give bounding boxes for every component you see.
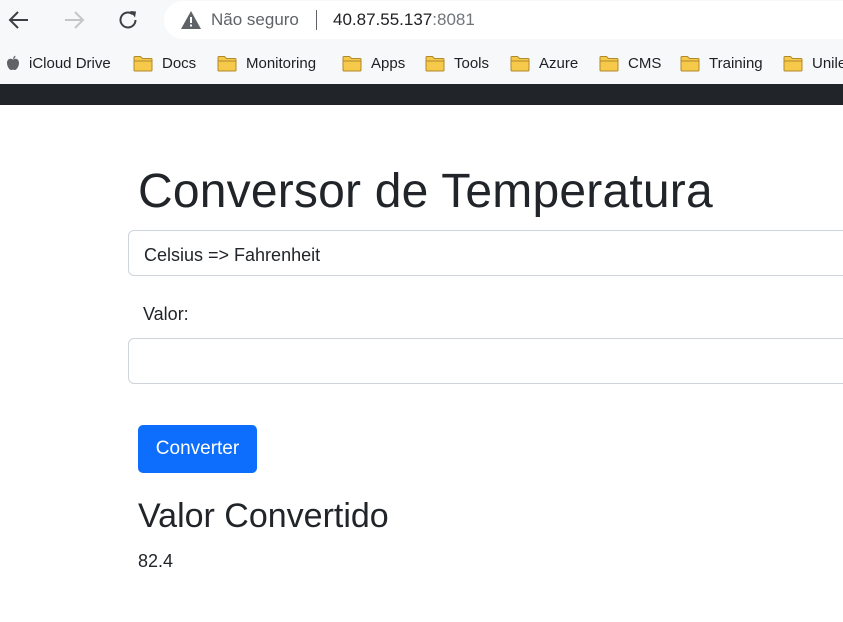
- warning-icon[interactable]: [180, 10, 202, 30]
- bookmark-docs[interactable]: Docs: [133, 42, 196, 84]
- bookmark-label: Docs: [162, 54, 197, 72]
- folder-icon: [510, 55, 530, 71]
- security-status-label[interactable]: Não seguro: [211, 10, 299, 30]
- bookmark-azure[interactable]: Azure: [510, 42, 578, 84]
- bookmark-monitoring[interactable]: Monitoring: [217, 42, 316, 84]
- conversion-type-select[interactable]: Celsius => Fahrenheit: [128, 230, 843, 276]
- browser-toolbar: Não seguro 40.87.55.137:8081: [0, 0, 843, 42]
- bookmark-label: Tools: [454, 54, 490, 72]
- bookmark-training[interactable]: Training: [680, 42, 763, 84]
- apple-icon: [7, 55, 19, 71]
- bookmark-apps[interactable]: Apps: [342, 42, 405, 84]
- url-text[interactable]: 40.87.55.137:8081: [333, 10, 475, 30]
- folder-icon: [133, 55, 153, 71]
- back-button[interactable]: [4, 5, 34, 35]
- folder-icon: [217, 55, 237, 71]
- bookmarks-bar: iCloud Drive Docs Monitoring Apps Tools …: [0, 42, 843, 84]
- page-title: Conversor de Temperatura: [138, 165, 713, 218]
- reload-button[interactable]: [113, 5, 143, 35]
- folder-icon: [783, 55, 803, 71]
- bookmark-label: Azure: [539, 54, 579, 72]
- folder-icon: [599, 55, 619, 71]
- url-host: 40.87.55.137: [333, 10, 433, 29]
- bookmark-cms[interactable]: CMS: [599, 42, 661, 84]
- convert-button[interactable]: Converter: [138, 425, 257, 473]
- site-navbar: [0, 84, 843, 105]
- bookmark-icloud-drive[interactable]: iCloud Drive: [6, 42, 111, 84]
- forward-button[interactable]: [59, 5, 89, 35]
- result-value: 82.4: [138, 551, 174, 571]
- bookmark-label: Training: [709, 54, 763, 72]
- forward-arrow-icon: [65, 11, 85, 29]
- bookmark-label: Monitoring: [246, 54, 317, 72]
- folder-icon: [342, 55, 362, 71]
- url-port: :8081: [432, 10, 475, 29]
- bookmark-label: CMS: [628, 54, 662, 72]
- value-label: Valor:: [143, 304, 189, 324]
- folder-icon: [680, 55, 700, 71]
- back-arrow-icon: [8, 11, 28, 29]
- value-input[interactable]: [128, 338, 843, 384]
- bookmark-tools[interactable]: Tools: [425, 42, 489, 84]
- bookmark-unile[interactable]: Unile: [783, 42, 843, 84]
- omnibox-divider: [316, 10, 317, 30]
- result-title: Valor Convertido: [138, 497, 389, 535]
- bookmark-label: Unile: [812, 54, 843, 72]
- conversion-type-selected: Celsius => Fahrenheit: [144, 245, 321, 265]
- folder-icon: [425, 55, 445, 71]
- address-bar[interactable]: Não seguro 40.87.55.137:8081: [164, 1, 843, 39]
- reload-icon: [119, 11, 137, 29]
- bookmark-label: iCloud Drive: [29, 54, 111, 72]
- bookmark-label: Apps: [371, 54, 406, 72]
